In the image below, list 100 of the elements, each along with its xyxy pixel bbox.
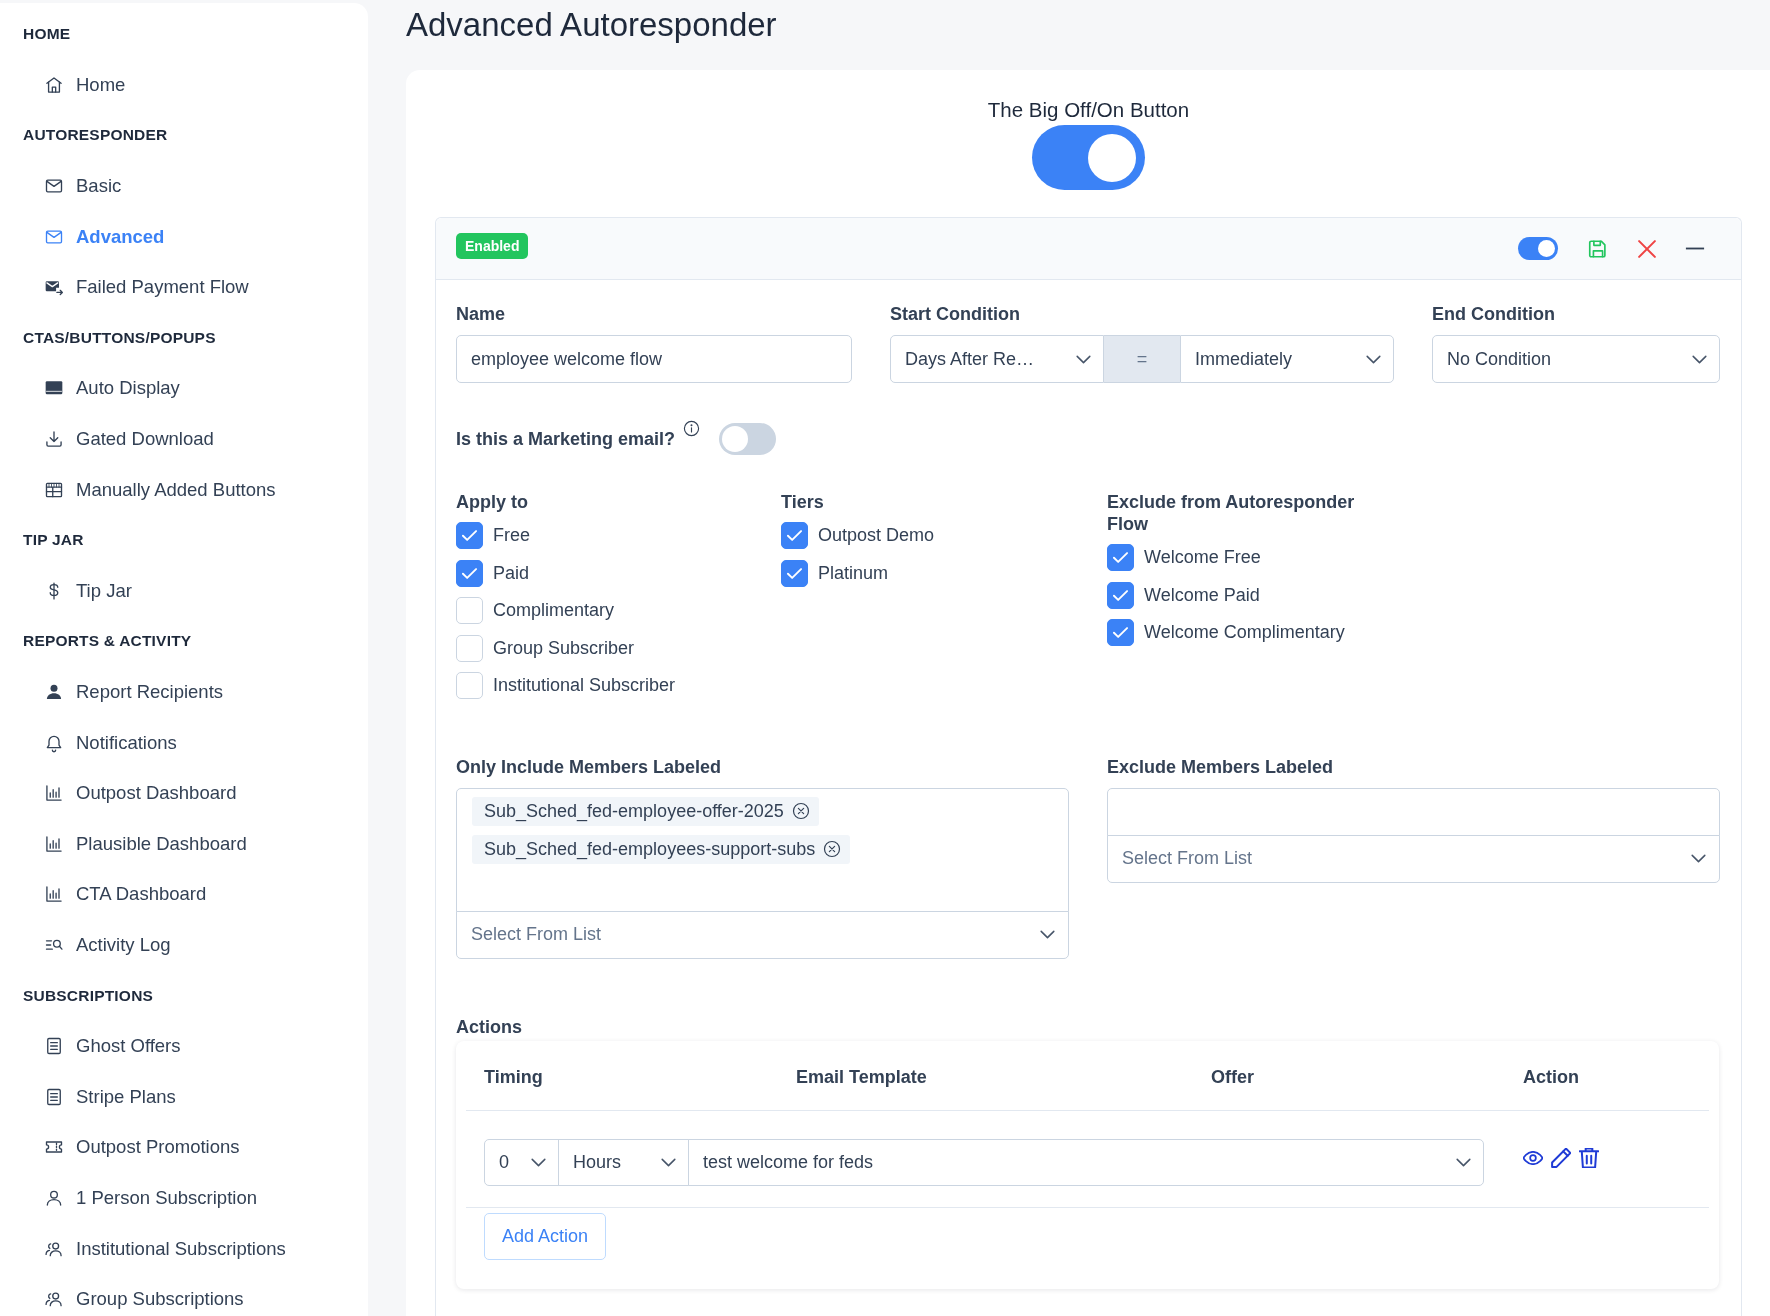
sidebar-item[interactable]: Advanced — [44, 225, 165, 248]
unit-select[interactable]: Hours — [558, 1138, 689, 1186]
enable-toggle[interactable] — [1518, 237, 1558, 260]
sidebar-item[interactable]: Gated Download — [44, 428, 214, 451]
check-icon — [1113, 552, 1128, 564]
save-icon[interactable] — [1587, 237, 1609, 260]
check-icon — [462, 567, 477, 579]
remove-icon[interactable] — [791, 802, 810, 820]
sidebar-item[interactable]: Ghost Offers — [44, 1035, 181, 1058]
checkbox-label[interactable]: Welcome Paid — [1144, 584, 1260, 606]
section-heading: SUBSCRIPTIONS — [23, 986, 154, 1005]
checkbox-label[interactable]: Paid — [493, 562, 530, 584]
checkbox[interactable] — [1107, 619, 1134, 647]
checkbox[interactable] — [781, 522, 808, 550]
template-select[interactable]: test welcome for feds — [688, 1138, 1484, 1186]
checkbox-label[interactable]: Platinum — [818, 562, 889, 584]
check-icon — [1113, 627, 1128, 639]
checkbox[interactable] — [1107, 581, 1134, 609]
document-icon — [44, 1086, 64, 1107]
checkbox-label[interactable]: Complimentary — [493, 600, 615, 622]
chevron-down-icon — [1076, 354, 1091, 364]
sidebar-item[interactable]: Outpost Promotions — [44, 1136, 240, 1159]
end-condition-select[interactable]: No Condition — [1432, 335, 1720, 383]
section-heading: TIP JAR — [23, 531, 84, 550]
person-icon — [44, 682, 64, 702]
sidebar-item[interactable]: Basic — [44, 175, 122, 198]
operator-addon: = — [1104, 335, 1180, 383]
sidebar-item[interactable]: Stripe Plans — [44, 1085, 176, 1108]
label-select[interactable]: Select From List — [1107, 834, 1720, 883]
sidebar-item[interactable]: Outpost Dashboard — [44, 782, 237, 805]
column-header: Email Template — [796, 1067, 927, 1087]
labels-input[interactable] — [1107, 787, 1720, 836]
checkbox-label[interactable]: Welcome Free — [1144, 547, 1261, 569]
timing-select[interactable]: Immediately — [1180, 335, 1394, 383]
section-heading: REPORTS & ACTIVITY — [23, 632, 192, 651]
sidebar-item[interactable]: Manually Added Buttons — [44, 478, 276, 501]
name-input[interactable]: employee welcome flow — [456, 335, 852, 383]
add-action-button[interactable]: Add Action — [484, 1212, 607, 1260]
sidebar-item[interactable]: Group Subscriptions — [44, 1288, 244, 1311]
chevron-down-icon — [661, 1157, 676, 1167]
field-label: Is this a Marketing email? — [456, 428, 676, 450]
sidebar-item[interactable]: CTA Dashboard — [44, 883, 207, 906]
field-label: Name — [456, 303, 507, 325]
check-icon — [787, 567, 802, 579]
download-icon — [44, 429, 64, 450]
checkbox-label[interactable]: Group Subscriber — [493, 637, 635, 659]
column-header: Timing — [484, 1067, 543, 1087]
field-label: Start Condition — [890, 303, 1021, 325]
sidebar-item[interactable]: Report Recipients — [44, 681, 224, 703]
checkbox[interactable] — [781, 559, 808, 587]
chevron-down-icon — [1366, 354, 1381, 364]
group-heading: Apply to — [456, 491, 529, 513]
minimize-icon[interactable] — [1685, 247, 1705, 250]
field-label: Only Include Members Labeled — [456, 755, 723, 778]
check-icon — [787, 530, 802, 542]
remove-icon[interactable] — [823, 840, 842, 858]
sidebar-item[interactable]: Institutional Subscriptions — [44, 1237, 286, 1260]
sidebar-item[interactable]: Auto Display — [44, 377, 180, 400]
switch-label: The Big Off/On Button — [987, 98, 1190, 122]
check-icon — [462, 530, 477, 542]
checkbox-label[interactable]: Free — [493, 525, 530, 547]
page-title: Advanced Autoresponder — [406, 5, 777, 45]
bar-chart-icon — [44, 783, 64, 804]
sidebar-item[interactable]: 1 Person Subscription — [44, 1186, 257, 1209]
checkbox-label[interactable]: Welcome Complimentary — [1144, 622, 1345, 644]
checkbox[interactable] — [456, 522, 483, 550]
info-icon[interactable] — [683, 420, 701, 437]
section-heading: HOME — [23, 25, 71, 44]
sidebar-item[interactable]: Home — [44, 73, 126, 96]
tag-text: Sub_Sched_fed-employee-offer-2025 — [484, 800, 784, 822]
field-label: End Condition — [1432, 303, 1556, 325]
eye-icon[interactable] — [1523, 1151, 1543, 1165]
bar-chart-icon — [44, 833, 64, 854]
sidebar-item[interactable]: Notifications — [44, 731, 177, 754]
section-heading: AUTORESPONDER — [23, 126, 168, 145]
home-icon — [44, 74, 64, 95]
group-heading: Tiers — [781, 491, 825, 513]
amount-select[interactable]: 0 — [484, 1138, 559, 1186]
pencil-icon[interactable] — [1551, 1148, 1571, 1168]
tags-field[interactable]: Sub_Sched_fed-employee-offer-2025 Sub_Sched_fed-employees-support-subs — [456, 787, 1069, 912]
section-heading: CTAS/BUTTONS/POPUPS — [23, 328, 216, 347]
close-icon[interactable] — [1638, 239, 1656, 258]
chevron-down-icon — [1456, 1157, 1471, 1167]
label-select[interactable]: Select From List — [456, 910, 1069, 959]
chevron-down-icon — [531, 1157, 546, 1167]
column-header: Offer — [1211, 1067, 1254, 1087]
checkbox[interactable] — [1107, 544, 1134, 572]
checkbox[interactable] — [456, 559, 483, 587]
checkbox-label[interactable]: Institutional Subscriber — [493, 675, 676, 697]
trash-icon[interactable] — [1579, 1148, 1599, 1168]
sidebar-item[interactable]: Tip Jar — [44, 579, 132, 602]
sidebar-item[interactable]: Activity Log — [44, 934, 171, 956]
tag-text: Sub_Sched_fed-employees-support-subs — [484, 838, 816, 860]
checkbox-label[interactable]: Outpost Demo — [818, 525, 935, 547]
check-icon — [1113, 589, 1128, 601]
field-label: Exclude Members Labeled — [1107, 755, 1335, 778]
sidebar-item[interactable]: Plausible Dashboard — [44, 832, 247, 855]
marketing-toggle[interactable] — [719, 423, 777, 455]
sidebar-item[interactable]: Failed Payment Flow — [44, 276, 249, 299]
trigger-select[interactable]: Days After Re… — [890, 335, 1104, 383]
